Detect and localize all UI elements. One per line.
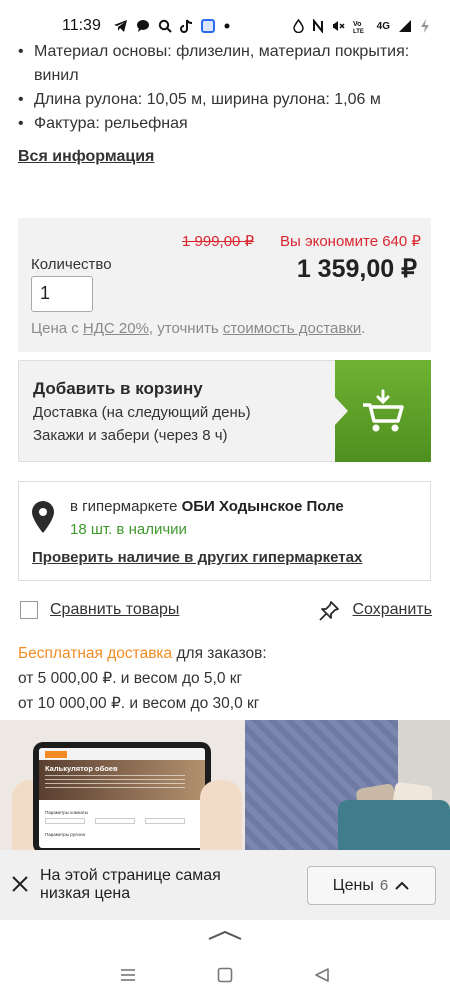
store-prefix: в гипермаркете [70,498,182,515]
app-icon [200,19,215,33]
spec-item: Фактура: рельефная [18,112,438,136]
spec-item: Длина рулона: 10,05 м, ширина рулона: 1,… [18,88,438,112]
price-box: 1 999,00 ₽ Вы экономите 640 ₽ Количество… [18,218,431,352]
all-info-link[interactable]: Вся информация [18,148,154,166]
pickup-option: Закажи и забери (через 8 ч) [33,427,228,444]
back-button[interactable] [307,960,337,990]
tablet-field [95,818,135,824]
vat-middle: , уточнить [148,320,223,337]
home-button[interactable] [210,960,240,990]
vat-link[interactable]: НДС 20% [83,320,149,337]
chevron-up-icon [395,881,409,890]
wallpaper-calculator-banner[interactable]: Калькулятор обоев Параметры комнаты Пара… [0,720,450,850]
tablet-label: Параметры комнаты [45,810,89,815]
system-nav-bar [0,950,450,1000]
compare-save-row: Сравнить товары Сохранить [20,598,432,624]
vat-prefix: Цена с [31,320,83,337]
svg-text:Vo: Vo [353,21,361,28]
vat-line: Цена с НДС 20%, уточнить стоимость доста… [31,320,365,337]
tiktok-icon [179,19,192,33]
tablet-label: Параметры рулона [45,832,86,837]
hand-image [200,780,242,850]
pin-icon[interactable] [318,600,340,622]
chat-icon [136,20,149,32]
free-delivery-info: Бесплатная доставка для заказов: от 5 00… [18,641,267,716]
delivery-condition: от 10 000,00 ₽. и весом до 30,0 кг [18,695,260,712]
tablet-field [145,818,185,824]
store-line: в гипермаркете ОБИ Ходынское Поле [70,498,344,515]
location-pin-icon [32,501,54,533]
current-price: 1 359,00 ₽ [296,255,417,283]
nfc-icon [312,19,323,33]
mute-icon [332,21,345,31]
volte-icon: VoLTE [353,21,364,33]
svg-text:LTE: LTE [353,29,364,33]
signal-icon [399,20,411,32]
store-name: ОБИ Ходынское Поле [181,498,344,515]
tablet-text [45,775,185,791]
tablet-field [45,818,85,824]
tablet-screen: Калькулятор обоев Параметры комнаты Пара… [39,748,205,848]
recents-button[interactable] [113,960,143,990]
add-to-cart-panel[interactable]: Добавить в корзину Доставка (на следующи… [18,360,431,462]
compare-checkbox[interactable] [20,601,38,619]
home-square-icon [217,967,233,983]
delivery-option: Доставка (на следующий день) [33,404,251,421]
drop-icon [292,19,304,33]
search-icon [158,19,172,33]
add-to-cart-title[interactable]: Добавить в корзину [33,379,203,399]
menu-icon [121,969,136,981]
lowest-price-toast: На этой странице самая низкая цена Цены … [0,850,450,920]
notification-icons [113,19,231,33]
spec-item: Материал основы: флизелин, материал покр… [18,40,438,88]
tablet-title: Калькулятор обоев [45,764,118,773]
delivery-cost-link[interactable]: стоимость доставки [223,320,361,337]
add-to-cart-button[interactable] [334,360,431,462]
dot-icon [224,23,230,29]
delivery-heading-suffix: для заказов: [172,645,267,662]
compare-label[interactable]: Сравнить товары [50,601,179,619]
old-price: 1 999,00 ₽ [182,233,255,250]
vat-suffix: . [361,320,366,337]
prices-count: 6 [379,877,389,894]
collapse-handle[interactable] [0,920,450,950]
tablet-header [39,748,205,760]
chevron-up-icon [208,930,242,940]
specs-list: Материал основы: флизелин, материал покр… [18,40,438,136]
prices-label: Цены [332,876,374,894]
savings-text: Вы экономите 640 ₽ [280,233,421,250]
delivery-condition: от 5 000,00 ₽. и весом до 5,0 кг [18,670,243,687]
cart-add-icon [363,389,404,432]
battery-charging-icon [421,19,429,33]
save-link[interactable]: Сохранить [352,601,432,619]
toast-text: На этой странице самая низкая цена [40,867,221,902]
store-availability: в гипермаркете ОБИ Ходынское Поле 18 шт.… [18,481,431,581]
prices-button[interactable]: Цены 6 [307,866,436,905]
tablet-image: Калькулятор обоев Параметры комнаты Пара… [33,742,211,850]
system-icons: Vo LTE 4G [292,18,430,34]
check-other-stores-link[interactable]: Проверить наличие в других гипермаркетах [32,549,362,566]
status-time: 11:39 [62,17,101,34]
quantity-label: Количество [31,256,112,273]
sofa-image [338,800,450,850]
back-triangle-icon [314,968,329,982]
close-icon[interactable] [10,874,30,894]
delivery-heading: Бесплатная доставка для заказов: [18,641,267,666]
free-delivery-link[interactable]: Бесплатная доставка [18,645,172,662]
quantity-input[interactable]: 1 [31,276,93,312]
stock-status: 18 шт. в наличии [70,521,187,538]
obi-logo [45,750,67,758]
network-type-label: 4G [376,20,390,32]
telegram-icon [113,20,127,32]
